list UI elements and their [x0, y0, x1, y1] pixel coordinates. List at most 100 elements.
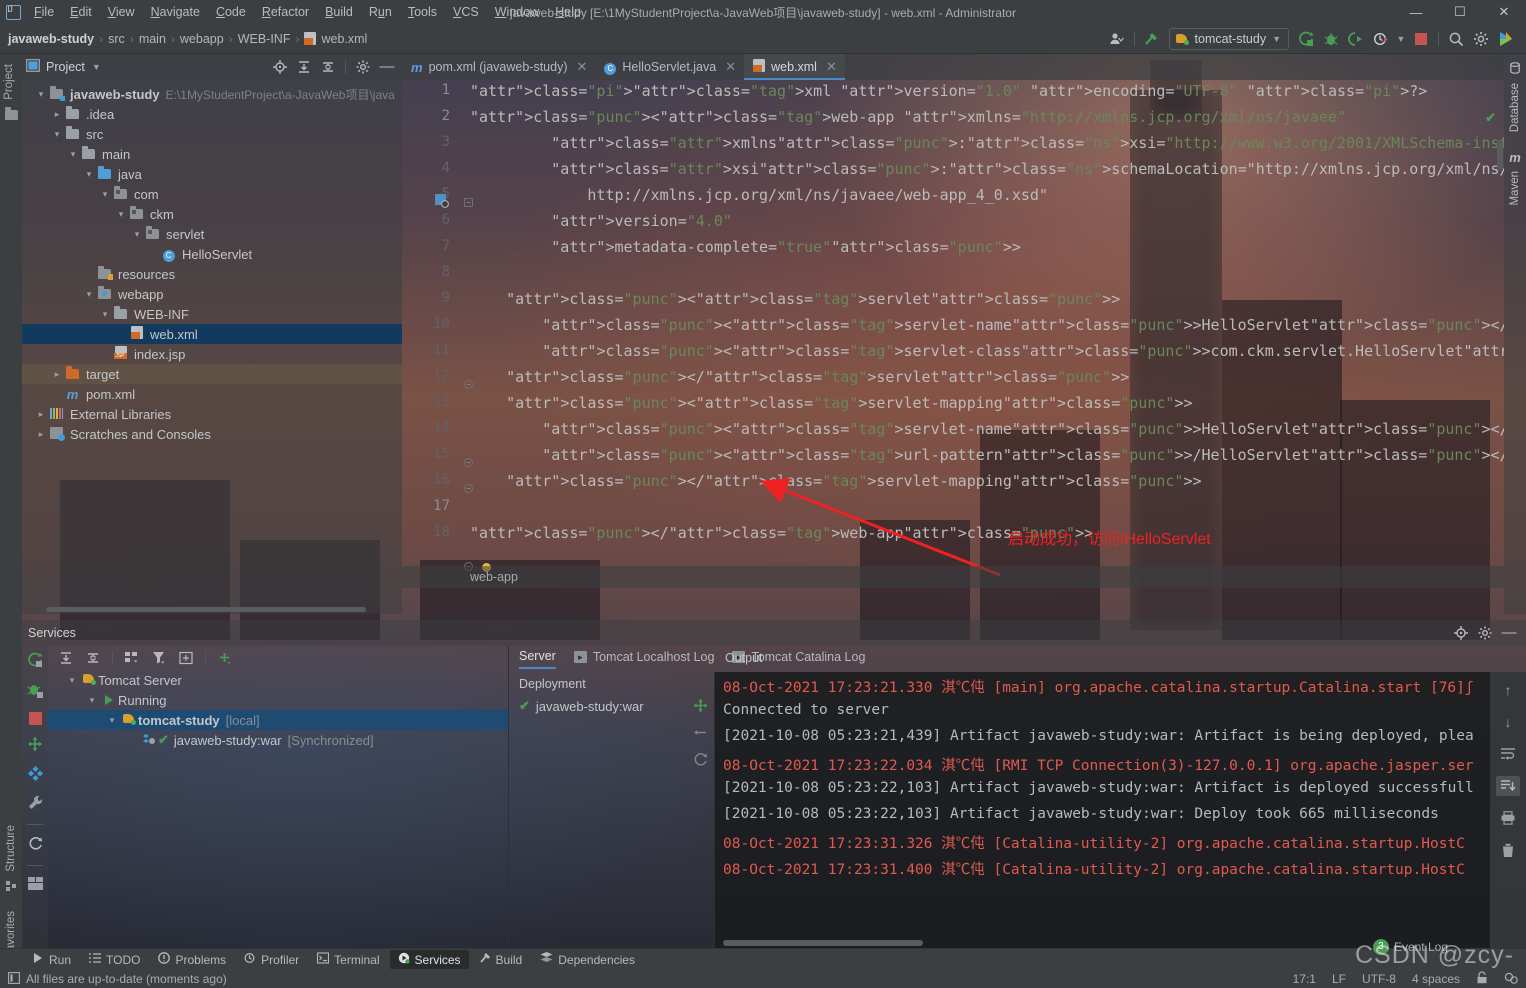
scroll-to-end-icon[interactable] — [1496, 776, 1520, 796]
expand-all-icon[interactable] — [293, 56, 315, 78]
refresh-icon[interactable] — [28, 836, 43, 854]
sidebar-tab-structure[interactable]: Structure — [2, 819, 20, 878]
deploy-icon[interactable] — [27, 736, 43, 755]
breadcrumb-item-javaweb-study[interactable]: javaweb-study — [8, 32, 94, 46]
trash-icon[interactable] — [1496, 840, 1520, 860]
print-icon[interactable] — [1496, 808, 1520, 828]
tool-window-terminal[interactable]: Terminal — [309, 950, 387, 969]
fold-marker[interactable]: − — [464, 458, 473, 467]
undeploy-icon[interactable] — [693, 726, 708, 742]
collapse-all-icon[interactable] — [317, 56, 339, 78]
tree-item-helloservlet[interactable]: C HelloServlet — [22, 244, 402, 264]
tree-item-pom-xml[interactable]: m pom.xml — [22, 384, 402, 404]
chevron-down-icon[interactable]: ▾ — [34, 89, 48, 100]
tree-item--idea[interactable]: ▸ .idea — [22, 104, 402, 124]
services-tree[interactable]: ▾ Tomcat Server ▾ Running ▾ tomcat-study [loca… — [48, 670, 508, 750]
caret-position[interactable]: 17:1 — [1293, 972, 1316, 986]
tool-window-build[interactable]: Build — [471, 950, 531, 969]
chevron-down-icon[interactable]: ▾ — [104, 715, 120, 726]
soft-wrap-icon[interactable] — [1496, 744, 1520, 764]
collapse-all-icon[interactable] — [81, 647, 105, 669]
service-item-tomcat-study[interactable]: ▾ tomcat-study [local] — [48, 710, 508, 730]
output-horizontal-scrollbar[interactable] — [723, 940, 923, 946]
chevron-down-icon[interactable]: ▾ — [64, 675, 80, 686]
chevron-down-icon[interactable]: ▾ — [82, 289, 96, 300]
tree-item-main[interactable]: ▾ main — [22, 144, 402, 164]
chevron-down-icon[interactable]: ▾ — [82, 169, 96, 180]
hammer-build-icon[interactable] — [1140, 28, 1164, 50]
chevron-right-icon[interactable]: ▸ — [50, 369, 64, 380]
tool-window-problems[interactable]: Problems — [150, 950, 234, 969]
chevron-right-icon[interactable]: ▸ — [34, 409, 48, 420]
run-configuration-selector[interactable]: tomcat-study ▼ — [1168, 27, 1289, 50]
close-icon[interactable]: ✕ — [577, 59, 588, 75]
deployment-list[interactable]: ✔ javaweb-study:war — [509, 696, 714, 716]
tree-item-com[interactable]: ▾ com — [22, 184, 402, 204]
sidebar-tab-maven[interactable]: Maven — [1506, 165, 1524, 212]
chevron-down-icon[interactable]: ▼ — [92, 62, 101, 72]
scroll-down-icon[interactable]: ↓ — [1496, 712, 1520, 732]
stop-icon[interactable] — [28, 712, 42, 725]
layout-icon[interactable] — [27, 877, 43, 893]
chevron-down-icon[interactable]: ▾ — [84, 695, 100, 706]
tree-item-servlet[interactable]: ▾ servlet — [22, 224, 402, 244]
chevron-down-icon[interactable]: ▾ — [98, 189, 112, 200]
chevron-down-icon[interactable]: ▾ — [130, 229, 144, 240]
menu-vcs[interactable]: VCS — [445, 2, 487, 22]
menu-refactor[interactable]: Refactor — [254, 2, 317, 22]
ide-helper-icon[interactable] — [1494, 28, 1518, 50]
add-tab-icon[interactable] — [174, 647, 198, 669]
minimize-button[interactable]: — — [1394, 0, 1438, 24]
service-item-running[interactable]: ▾ Running — [48, 690, 508, 710]
indent-setting[interactable]: 4 spaces — [1412, 972, 1460, 986]
sidebar-tab-database[interactable]: Database — [1506, 77, 1524, 138]
menu-edit[interactable]: Edit — [62, 2, 100, 22]
service-item-tomcat-server[interactable]: ▾ Tomcat Server — [48, 670, 508, 690]
settings-gear-icon[interactable] — [1469, 28, 1493, 50]
inspection-icon[interactable] — [1504, 971, 1518, 987]
editor-vertical-scrollbar[interactable] — [1497, 140, 1503, 170]
settings-gear-icon[interactable] — [1474, 622, 1496, 644]
menu-window[interactable]: Window — [487, 2, 547, 22]
redeploy-icon[interactable] — [693, 752, 708, 770]
fold-marker[interactable]: − — [464, 380, 473, 389]
editor-tab-helloservlet-java[interactable]: C HelloServlet.java ✕ — [595, 54, 744, 80]
menu-view[interactable]: View — [100, 2, 143, 22]
breadcrumb-item-web-xml[interactable]: web.xml — [304, 32, 367, 46]
breadcrumb-item-webapp[interactable]: webapp — [180, 32, 224, 46]
menu-run[interactable]: Run — [361, 2, 400, 22]
editor-tab-pom-xml[interactable]: m pom.xml (javaweb-study) ✕ — [402, 54, 595, 80]
chevron-down-icon[interactable]: ▾ — [66, 149, 80, 160]
search-everywhere-icon[interactable] — [1444, 28, 1468, 50]
add-icon[interactable] — [213, 647, 237, 669]
tree-item-resources[interactable]: resources — [22, 264, 402, 284]
deploy-icon[interactable] — [693, 698, 708, 716]
tree-item-ckm[interactable]: ▾ ckm — [22, 204, 402, 224]
tree-item-src[interactable]: ▾ src — [22, 124, 402, 144]
xml-descriptor-gutter-icon[interactable] — [435, 194, 449, 211]
rerun-icon[interactable] — [27, 652, 43, 671]
tree-item-index-jsp[interactable]: index.jsp — [22, 344, 402, 364]
editor-breadcrumb[interactable]: web-app — [402, 566, 1504, 588]
tree-item-web-inf[interactable]: ▾ WEB-INF — [22, 304, 402, 324]
file-encoding[interactable]: UTF-8 — [1362, 972, 1396, 986]
tree-item-web-xml[interactable]: web.xml — [22, 324, 402, 344]
project-tree[interactable]: ▾ javaweb-study E:\1MyStudentProject\a-Jav… — [22, 80, 402, 444]
debug-icon[interactable] — [1319, 28, 1343, 50]
sidebar-tab-project[interactable]: Project — [0, 58, 18, 106]
tree-item-target[interactable]: ▸ target — [22, 364, 402, 384]
close-icon[interactable]: ✕ — [826, 59, 837, 75]
maximize-button[interactable]: ☐ — [1438, 0, 1482, 24]
group-icon[interactable] — [120, 647, 144, 669]
project-horizontal-scrollbar[interactable] — [46, 607, 366, 612]
menu-file[interactable]: File — [26, 2, 62, 22]
menu-code[interactable]: Code — [208, 2, 254, 22]
tree-item-webapp[interactable]: ▾ webapp — [22, 284, 402, 304]
settings-gear-icon[interactable] — [352, 56, 374, 78]
close-icon[interactable]: ✕ — [725, 59, 736, 75]
editor-tab-web-xml[interactable]: web.xml ✕ — [744, 54, 845, 80]
debug-icon[interactable] — [27, 682, 43, 701]
chevron-down-icon[interactable]: ▾ — [114, 209, 128, 220]
hide-panel-icon[interactable]: — — [1498, 622, 1520, 644]
output-console[interactable]: Output 08-Oct-2021 17:23:21.330 淇℃伅 [mai… — [714, 651, 1526, 948]
